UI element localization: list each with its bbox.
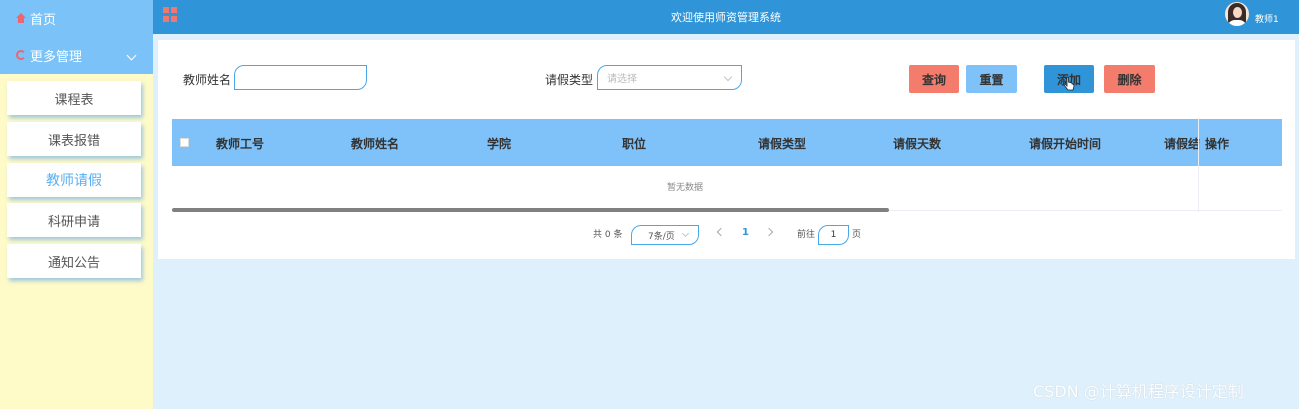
reset-button[interactable]: 重置 (966, 65, 1017, 93)
page-size-select[interactable]: 7条/页 (631, 225, 699, 245)
pagination-total: 共 0 条 (593, 230, 623, 240)
column-header: 请假天数 (893, 137, 942, 151)
chevron-down-icon (723, 72, 733, 82)
column-header: 请假结 (1164, 137, 1201, 151)
menu-icon (16, 50, 26, 60)
operation-column-header: 操作 (1198, 119, 1282, 166)
column-header: 学院 (487, 137, 512, 151)
watermark: CSDN @计算机程序设计定制 (1033, 382, 1244, 401)
chevron-down-icon (681, 229, 690, 238)
sidebar-item-research-apply[interactable]: 科研申请 (7, 203, 141, 237)
sidebar-top-menu: 首页 更多管理 (0, 0, 153, 74)
main-panel: 教师姓名 请假类型 请选择 查询 重置 添加 删除 教师工号 教师姓名 学院 职… (158, 40, 1295, 259)
column-header: 教师姓名 (351, 137, 400, 151)
sidebar-item-label: 更多管理 (30, 49, 83, 65)
page-size-value: 7条/页 (648, 231, 675, 242)
sidebar-item-teacher-leave[interactable]: 教师请假 (7, 163, 141, 197)
sidebar-item-home[interactable]: 首页 (16, 9, 57, 28)
avatar[interactable] (1225, 2, 1249, 26)
leave-type-placeholder: 请选择 (607, 74, 637, 85)
leave-type-label: 请假类型 (545, 73, 594, 87)
sidebar-item-notice[interactable]: 通知公告 (7, 244, 141, 278)
top-header: 欢迎使用师资管理系统 教师1 (153, 0, 1299, 34)
sidebar-item-label: 首页 (30, 12, 57, 28)
column-header: 请假类型 (758, 137, 807, 151)
leave-type-select[interactable]: 请选择 (597, 65, 742, 90)
column-header: 操作 (1205, 137, 1230, 151)
goto-page-input[interactable]: 1 (818, 225, 849, 245)
sidebar: 首页 更多管理 课程表 课表报错 教师请假 科研申请 通知公告 (0, 0, 153, 409)
column-header: 请假开始时间 (1029, 137, 1102, 151)
delete-button[interactable]: 删除 (1104, 65, 1155, 93)
horizontal-scrollbar[interactable] (172, 208, 889, 212)
sidebar-item-schedule[interactable]: 课程表 (7, 81, 141, 115)
teacher-name-input[interactable] (234, 65, 367, 90)
goto-label: 前往 (797, 230, 816, 240)
hand-cursor-icon (1063, 77, 1075, 91)
home-icon (16, 13, 26, 23)
next-page-icon[interactable] (764, 227, 774, 237)
page-title: 欢迎使用师资管理系统 (671, 11, 781, 24)
table-header: 教师工号 教师姓名 学院 职位 请假类型 请假天数 请假开始时间 请假结 (172, 119, 1282, 166)
prev-page-icon[interactable] (716, 227, 726, 237)
query-button[interactable]: 查询 (909, 65, 959, 93)
current-page[interactable]: 1 (742, 227, 749, 238)
user-name[interactable]: 教师1 (1255, 12, 1279, 25)
chevron-down-icon[interactable] (126, 50, 137, 61)
sidebar-item-more[interactable]: 更多管理 (16, 46, 83, 65)
empty-text: 暂无数据 (666, 182, 703, 193)
column-header: 教师工号 (216, 137, 265, 151)
column-header: 职位 (622, 137, 647, 151)
operation-column-body (1198, 166, 1282, 212)
page-unit-label: 页 (852, 230, 862, 240)
select-all-checkbox[interactable] (180, 138, 189, 147)
teacher-name-label: 教师姓名 (183, 73, 232, 87)
sidebar-item-schedule-error[interactable]: 课表报错 (7, 122, 141, 156)
